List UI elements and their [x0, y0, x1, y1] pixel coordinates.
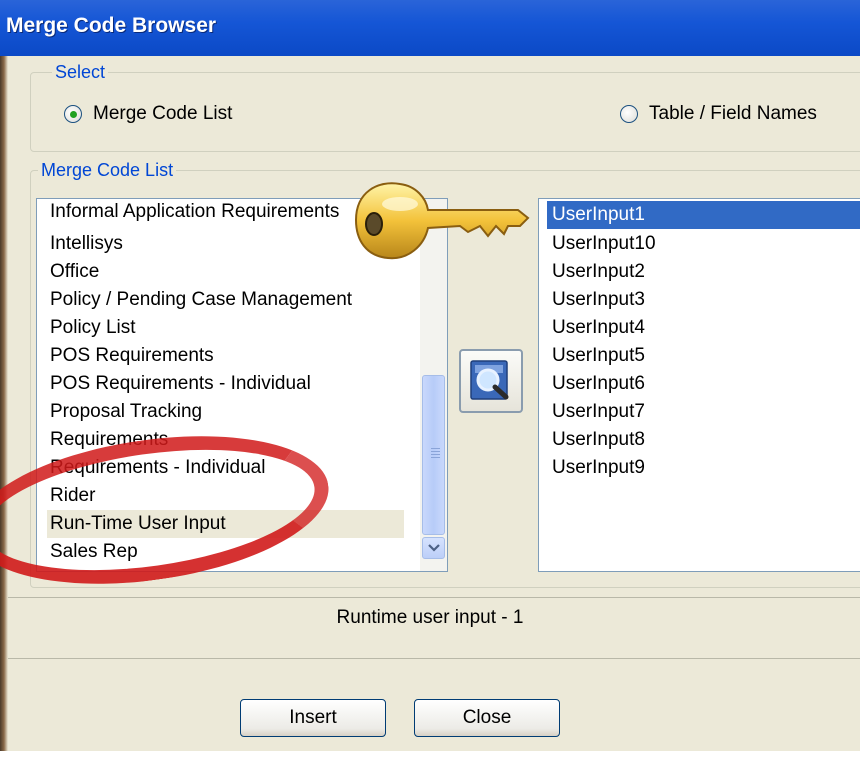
- category-item[interactable]: Policy / Pending Case Management: [50, 286, 410, 314]
- radio-label: Merge Code List: [93, 103, 233, 124]
- status-divider-bottom: [8, 658, 860, 659]
- code-item[interactable]: UserInput3: [552, 286, 852, 314]
- radio-label: Table / Field Names: [649, 103, 817, 124]
- radio-table-field-names[interactable]: Table / Field Names: [620, 103, 817, 125]
- window-title: Merge Code Browser: [6, 14, 217, 37]
- key-icon: [354, 182, 530, 260]
- code-item[interactable]: UserInput10: [552, 230, 852, 258]
- merge-code-listbox[interactable]: UserInput1 UserInput10 UserInput2 UserIn…: [538, 198, 860, 572]
- code-item[interactable]: UserInput2: [552, 258, 852, 286]
- category-item[interactable]: POS Requirements - Individual: [50, 370, 410, 398]
- title-bar[interactable]: Merge Code Browser: [0, 0, 860, 56]
- category-item[interactable]: Policy List: [50, 314, 410, 342]
- chevron-down-icon: [427, 544, 440, 552]
- scroll-thumb[interactable]: [422, 375, 445, 535]
- radio-button-checked[interactable]: [64, 105, 82, 123]
- magnifier-icon: [470, 360, 509, 400]
- background-photo-strip: [0, 56, 8, 751]
- code-item[interactable]: UserInput5: [552, 342, 852, 370]
- merge-code-browser-window: Merge Code Browser Select Merge Code Lis…: [0, 0, 860, 757]
- select-group-label: Select: [52, 62, 109, 83]
- lookup-button[interactable]: [459, 349, 523, 413]
- status-text: Runtime user input - 1: [336, 607, 524, 628]
- code-item[interactable]: UserInput6: [552, 370, 852, 398]
- code-item[interactable]: UserInput4: [552, 314, 852, 342]
- code-item-selected[interactable]: UserInput1: [547, 201, 860, 229]
- radio-merge-code-list[interactable]: Merge Code List: [64, 103, 232, 125]
- insert-button[interactable]: Insert: [240, 699, 386, 737]
- scroll-down-button[interactable]: [422, 537, 445, 559]
- close-button[interactable]: Close: [414, 699, 560, 737]
- merge-code-list-group-label: Merge Code List: [38, 160, 177, 181]
- code-item[interactable]: UserInput8: [552, 426, 852, 454]
- code-item[interactable]: UserInput9: [552, 454, 852, 482]
- status-divider: [8, 597, 860, 598]
- category-item[interactable]: Proposal Tracking: [50, 398, 410, 426]
- category-item[interactable]: POS Requirements: [50, 342, 410, 370]
- code-item[interactable]: UserInput7: [552, 398, 852, 426]
- radio-button-unchecked[interactable]: [620, 105, 638, 123]
